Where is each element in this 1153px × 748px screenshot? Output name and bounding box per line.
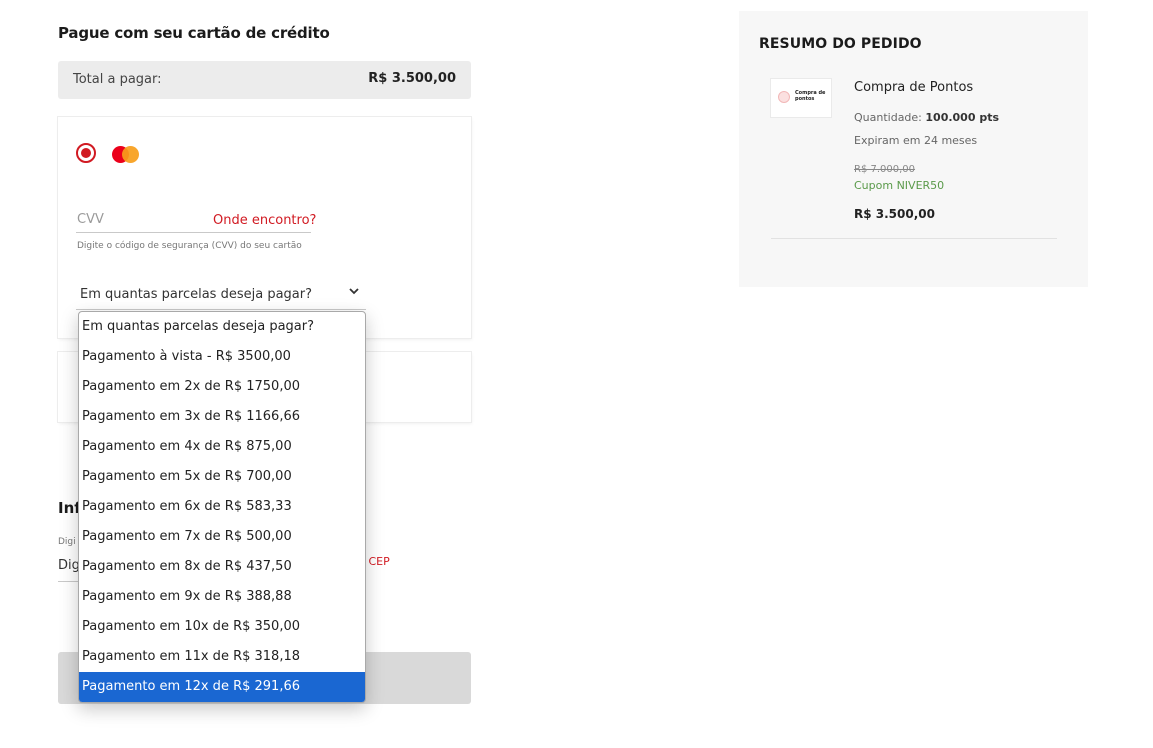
installment-option[interactable]: Pagamento em 3x de R$ 1166,66 [79, 402, 365, 432]
quantity-label: Quantidade: [854, 111, 922, 124]
total-value: R$ 3.500,00 [368, 71, 456, 86]
cvv-underline [76, 232, 311, 233]
installments-select-label: Em quantas parcelas deseja pagar? [80, 287, 312, 302]
cvv-input[interactable]: CVV [77, 212, 104, 227]
mastercard-icon [112, 146, 140, 163]
installment-option[interactable]: Pagamento em 11x de R$ 318,18 [79, 642, 365, 672]
total-bar: Total a pagar: R$ 3.500,00 [58, 61, 471, 99]
installment-option[interactable]: Pagamento em 5x de R$ 700,00 [79, 462, 365, 492]
cvv-help-link[interactable]: Onde encontro? [213, 213, 316, 228]
installment-option[interactable]: Pagamento em 10x de R$ 350,00 [79, 612, 365, 642]
quantity-value: 100.000 pts [925, 111, 1000, 124]
installment-option[interactable]: Em quantas parcelas deseja pagar? [79, 312, 365, 342]
installment-option[interactable]: Pagamento em 7x de R$ 500,00 [79, 522, 365, 552]
card-radio-button[interactable] [76, 143, 96, 163]
installment-option[interactable]: Pagamento em 8x de R$ 437,50 [79, 552, 365, 582]
installment-option[interactable]: Pagamento em 6x de R$ 583,33 [79, 492, 365, 522]
installment-option[interactable]: Pagamento em 9x de R$ 388,88 [79, 582, 365, 612]
address-hint: Digi [58, 537, 76, 547]
chevron-down-icon [348, 285, 360, 301]
installment-option[interactable]: Pagamento em 2x de R$ 1750,00 [79, 372, 365, 402]
coupon-label: Cupom NIVER50 [854, 179, 945, 192]
card-payment-box: CVV Onde encontro? Digite o código de se… [58, 117, 471, 338]
installments-dropdown-list[interactable]: Em quantas parcelas deseja pagar? Pagame… [78, 311, 366, 703]
product-thumbnail-text: Compra de pontos [795, 90, 826, 102]
old-price: R$ 7.000,00 [854, 164, 916, 175]
summary-divider [771, 238, 1057, 239]
installment-option-selected[interactable]: Pagamento em 12x de R$ 291,66 [79, 672, 365, 702]
product-quantity: Quantidade: 100.000 pts [854, 111, 999, 124]
new-price: R$ 3.500,00 [854, 207, 935, 221]
installment-option[interactable]: Pagamento em 4x de R$ 875,00 [79, 432, 365, 462]
installments-select[interactable]: Em quantas parcelas deseja pagar? [76, 281, 366, 310]
cvv-hint: Digite o código de segurança (CVV) do se… [77, 241, 302, 251]
radio-selected-dot [81, 148, 91, 158]
points-expiry: Expiram em 24 meses [854, 134, 978, 147]
payment-title: Pague com seu cartão de crédito [58, 24, 330, 42]
installment-option[interactable]: Pagamento à vista - R$ 3500,00 [79, 342, 365, 372]
product-thumbnail: Compra de pontos [771, 79, 831, 117]
order-summary: RESUMO DO PEDIDO Compra de pontos Compra… [739, 11, 1088, 287]
points-bag-icon [778, 91, 790, 103]
order-summary-title: RESUMO DO PEDIDO [759, 36, 922, 52]
cep-input[interactable]: Dig [58, 558, 80, 573]
product-name: Compra de Pontos [854, 80, 974, 95]
total-label: Total a pagar: [73, 72, 162, 87]
